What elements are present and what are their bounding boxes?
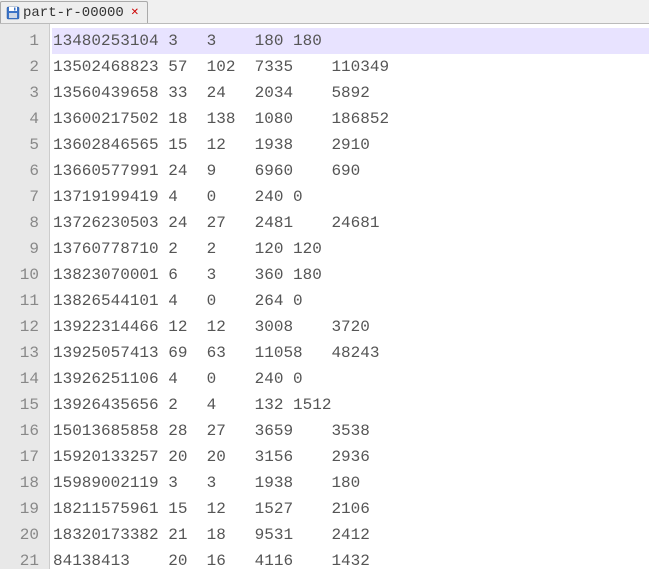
text-line: 13560439658 33 24 2034 5892 <box>52 80 649 106</box>
line-number: 2 <box>6 54 39 80</box>
text-line: 13826544101 4 0 264 0 <box>52 288 649 314</box>
text-line: 13760778710 2 2 120 120 <box>52 236 649 262</box>
text-line: 15920133257 20 20 3156 2936 <box>52 444 649 470</box>
line-number: 4 <box>6 106 39 132</box>
close-icon[interactable]: ✕ <box>129 7 141 19</box>
text-line: 13502468823 57 102 7335 110349 <box>52 54 649 80</box>
text-line: 13823070001 6 3 360 180 <box>52 262 649 288</box>
editor: 123456789101112131415161718192021 134802… <box>0 24 649 569</box>
line-number: 20 <box>6 522 39 548</box>
save-icon <box>5 5 20 20</box>
file-tab[interactable]: part-r-00000 ✕ <box>0 1 148 23</box>
line-number: 3 <box>6 80 39 106</box>
line-number: 17 <box>6 444 39 470</box>
tab-bar: part-r-00000 ✕ <box>0 0 649 24</box>
text-line: 13926435656 2 4 132 1512 <box>52 392 649 418</box>
line-number: 11 <box>6 288 39 314</box>
text-line: 13660577991 24 9 6960 690 <box>52 158 649 184</box>
text-line: 13726230503 24 27 2481 24681 <box>52 210 649 236</box>
line-number: 12 <box>6 314 39 340</box>
line-number: 14 <box>6 366 39 392</box>
line-number: 21 <box>6 548 39 574</box>
line-number: 7 <box>6 184 39 210</box>
text-line: 15989002119 3 3 1938 180 <box>52 470 649 496</box>
text-line: 18320173382 21 18 9531 2412 <box>52 522 649 548</box>
line-number-gutter: 123456789101112131415161718192021 <box>0 24 50 569</box>
line-number: 8 <box>6 210 39 236</box>
line-number: 5 <box>6 132 39 158</box>
line-number: 18 <box>6 470 39 496</box>
line-number: 16 <box>6 418 39 444</box>
text-line: 13925057413 69 63 11058 48243 <box>52 340 649 366</box>
line-number: 13 <box>6 340 39 366</box>
text-line: 13719199419 4 0 240 0 <box>52 184 649 210</box>
tab-filename: part-r-00000 <box>23 5 124 21</box>
text-line: 13602846565 15 12 1938 2910 <box>52 132 649 158</box>
text-line: 13600217502 18 138 1080 186852 <box>52 106 649 132</box>
line-number: 15 <box>6 392 39 418</box>
line-number: 6 <box>6 158 39 184</box>
text-content[interactable]: 13480253104 3 3 180 18013502468823 57 10… <box>50 24 649 569</box>
line-number: 10 <box>6 262 39 288</box>
text-line: 84138413 20 16 4116 1432 <box>52 548 649 574</box>
text-line: 13480253104 3 3 180 180 <box>52 28 649 54</box>
line-number: 19 <box>6 496 39 522</box>
text-line: 13926251106 4 0 240 0 <box>52 366 649 392</box>
text-line: 13922314466 12 12 3008 3720 <box>52 314 649 340</box>
text-line: 15013685858 28 27 3659 3538 <box>52 418 649 444</box>
line-number: 9 <box>6 236 39 262</box>
text-line: 18211575961 15 12 1527 2106 <box>52 496 649 522</box>
line-number: 1 <box>6 28 39 54</box>
